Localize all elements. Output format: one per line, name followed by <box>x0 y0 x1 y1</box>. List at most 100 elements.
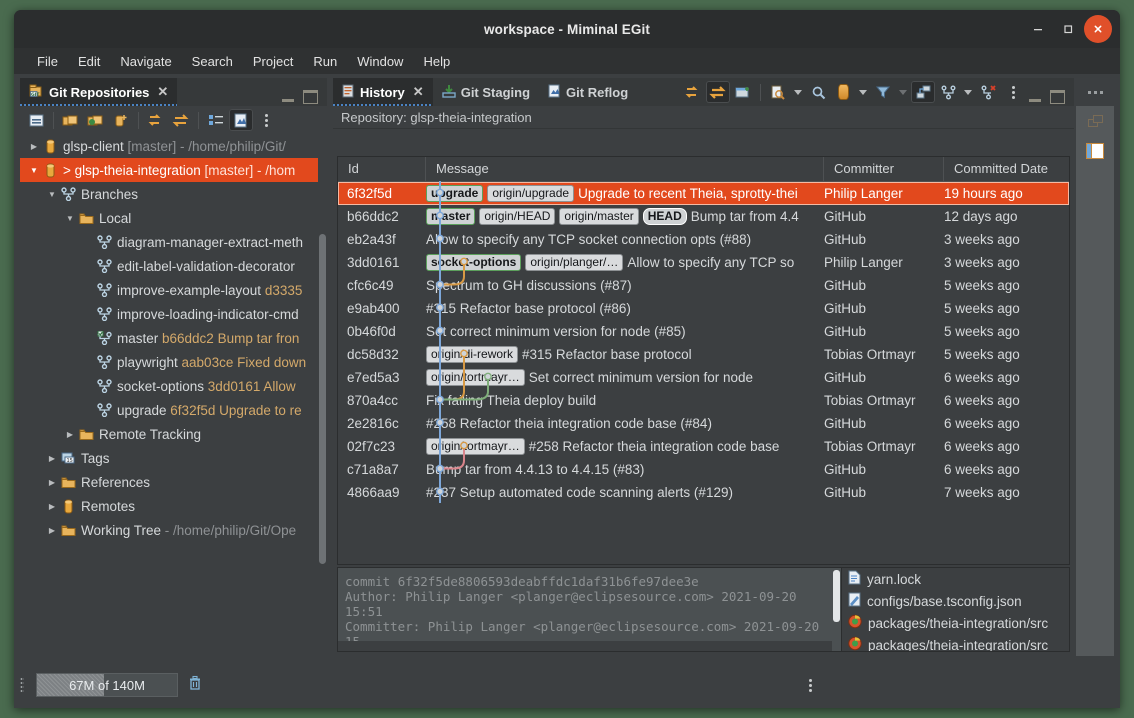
detail-hscrollbar[interactable] <box>338 641 832 651</box>
twisty-icon[interactable]: ▶ <box>44 454 60 463</box>
trash-icon[interactable] <box>188 675 202 695</box>
filter-dropdown-icon[interactable] <box>896 81 910 103</box>
commit-row[interactable]: 3dd0161 socket-options origin/planger/… All… <box>338 251 1069 274</box>
menu-search[interactable]: Search <box>183 51 242 72</box>
menu-edit[interactable]: Edit <box>69 51 109 72</box>
tab-git-reflog[interactable]: Git Reflog <box>539 78 637 106</box>
create-repository-icon[interactable] <box>109 109 133 131</box>
twisty-icon[interactable]: ▶ <box>62 430 78 439</box>
status-bar-menu-icon[interactable] <box>809 678 812 692</box>
commit-row[interactable]: c71a8a7 Bump tar from 4.4.13 to 4.4.15 (#… <box>338 458 1069 481</box>
close-button[interactable] <box>1084 15 1112 43</box>
repo-tree-item[interactable]: socket-options 3dd0161 Allow <box>20 374 327 398</box>
add-repository-icon[interactable] <box>84 109 108 131</box>
graph-icon[interactable] <box>911 81 935 103</box>
minimize-view-icon[interactable] <box>1029 92 1041 102</box>
minimize-view-icon[interactable] <box>282 92 294 102</box>
commit-row[interactable]: 4866aa9 #237 Setup automated code scannin… <box>338 481 1069 504</box>
changed-file-item[interactable]: packages/theia-integration/src <box>842 634 1069 651</box>
repo-tree-item[interactable]: ▶ 15 Tags <box>20 446 327 470</box>
menu-navigate[interactable]: Navigate <box>111 51 180 72</box>
changed-file-item[interactable]: packages/theia-integration/src <box>842 612 1069 634</box>
changed-file-item[interactable]: yarn.lock <box>842 568 1069 590</box>
twisty-icon[interactable]: ▼ <box>44 190 60 199</box>
git-perspective-icon[interactable] <box>1076 136 1114 166</box>
view-menu-icon[interactable] <box>1001 81 1025 103</box>
maximize-button[interactable] <box>1054 15 1082 43</box>
commit-row[interactable]: 6f32f5d upgrade origin/upgrade Upgrade to r… <box>338 182 1069 205</box>
twisty-icon[interactable]: ▶ <box>44 502 60 511</box>
ref-badge[interactable]: origin/upgrade <box>487 185 575 202</box>
remove-refs-icon[interactable] <box>976 81 1000 103</box>
repo-tree-item[interactable]: master b66ddc2 Bump tar fron <box>20 326 327 350</box>
maximize-view-icon[interactable] <box>303 90 318 104</box>
column-header-committer[interactable]: Committer <box>824 157 944 181</box>
repo-tree-item[interactable]: edit-label-validation-decorator <box>20 254 327 278</box>
close-icon[interactable]: ✕ <box>157 84 168 100</box>
repo-tree-item[interactable]: improve-loading-indicator-cmd <box>20 302 327 326</box>
link-selection-icon[interactable] <box>204 109 228 131</box>
toggle-branch-hierarchy-icon[interactable] <box>229 109 253 131</box>
pull-icon[interactable] <box>144 109 168 131</box>
repo-tree-item[interactable]: ▶ Remotes <box>20 494 327 518</box>
show-refs-icon[interactable] <box>936 81 960 103</box>
detail-vscrollbar[interactable] <box>832 568 841 641</box>
commit-detail-text[interactable]: commit 6f32f5de8806593deabffdc1daf31b6fe… <box>337 567 842 652</box>
repo-tree-item[interactable]: diagram-manager-extract-meth <box>20 230 327 254</box>
menu-window[interactable]: Window <box>348 51 412 72</box>
repo-tree-item[interactable]: ▼ > glsp-theia-integration [master] - /ho… <box>20 158 327 182</box>
menu-project[interactable]: Project <box>244 51 302 72</box>
clone-repository-icon[interactable] <box>59 109 83 131</box>
twisty-icon[interactable]: ▶ <box>44 478 60 487</box>
heap-status-indicator[interactable]: 67M of 140M <box>36 673 178 697</box>
commit-row[interactable]: e7ed5a3 origin/tortmayr… Set correct minim… <box>338 366 1069 389</box>
repo-tree-item[interactable]: improve-example-layout d3335 <box>20 278 327 302</box>
repo-tree-item[interactable]: ▶ Working Tree - /home/philip/Git/Ope <box>20 518 327 542</box>
commit-row[interactable]: e9ab400 #315 Refactor base protocol (#86)… <box>338 297 1069 320</box>
filter-repo-dropdown-icon[interactable] <box>856 81 870 103</box>
collapse-all-icon[interactable] <box>24 109 48 131</box>
twisty-icon[interactable]: ▼ <box>62 214 78 223</box>
commit-table[interactable]: Id Message Committer Committed Date 6f32… <box>337 156 1070 565</box>
close-icon[interactable]: ✕ <box>413 84 424 100</box>
new-window-icon[interactable] <box>731 81 755 103</box>
switch-repo-icon[interactable] <box>706 81 730 103</box>
view-menu-icon[interactable] <box>254 109 278 131</box>
show-refs-dropdown-icon[interactable] <box>961 81 975 103</box>
commit-row[interactable]: 870a4cc Fix failing Theia deploy build Tob… <box>338 389 1069 412</box>
repository-tree[interactable]: ▶ glsp-client [master] - /home/philip/Git… <box>20 134 327 656</box>
repository-tree-scrollbar[interactable] <box>318 134 327 656</box>
menu-file[interactable]: File <box>28 51 67 72</box>
column-header-date[interactable]: Committed Date <box>944 157 1069 181</box>
twisty-icon[interactable]: ▶ <box>26 142 42 151</box>
changed-files-list[interactable]: yarn.lock configs/base.tsconfig.json packa… <box>842 567 1070 652</box>
tab-git-repositories[interactable]: GIT Git Repositories ✕ <box>20 78 178 106</box>
compare-mode-icon[interactable] <box>681 81 705 103</box>
changed-file-item[interactable]: configs/base.tsconfig.json <box>842 590 1069 612</box>
commit-row[interactable]: b66ddc2 master origin/HEAD origin/master HEA… <box>338 205 1069 228</box>
fetch-icon[interactable] <box>169 109 193 131</box>
find-icon[interactable] <box>766 81 790 103</box>
filter-repo-icon[interactable] <box>831 81 855 103</box>
commit-row[interactable]: eb2a43f Allow to specify any TCP socket c… <box>338 228 1069 251</box>
repo-tree-item[interactable]: ▶ glsp-client [master] - /home/philip/Git… <box>20 134 327 158</box>
commit-table-hscrollbar[interactable] <box>338 554 1069 564</box>
search-icon[interactable] <box>806 81 830 103</box>
commit-row[interactable]: dc58d32 origin/di-rework #315 Refactor bas… <box>338 343 1069 366</box>
repo-tree-item[interactable]: playwright aab03ce Fixed down <box>20 350 327 374</box>
ref-badge[interactable]: origin/master <box>559 208 639 225</box>
commit-row[interactable]: 2e2816c #258 Refactor theia integration c… <box>338 412 1069 435</box>
repo-tree-item[interactable]: ▼ Local <box>20 206 327 230</box>
commit-row[interactable]: 0b46f0d Set correct minimum version for n… <box>338 320 1069 343</box>
twisty-icon[interactable]: ▼ <box>26 166 42 175</box>
column-header-id[interactable]: Id <box>338 157 426 181</box>
perspective-bar-handle[interactable] <box>1076 78 1114 106</box>
menu-run[interactable]: Run <box>304 51 346 72</box>
tab-git-staging[interactable]: Git Staging <box>433 78 539 106</box>
filter-icon[interactable] <box>871 81 895 103</box>
repo-tree-item[interactable]: ▶ References <box>20 470 327 494</box>
column-header-message[interactable]: Message <box>426 157 824 181</box>
twisty-icon[interactable]: ▶ <box>44 526 60 535</box>
repo-tree-item[interactable]: upgrade 6f32f5d Upgrade to re <box>20 398 327 422</box>
minimize-button[interactable] <box>1024 15 1052 43</box>
